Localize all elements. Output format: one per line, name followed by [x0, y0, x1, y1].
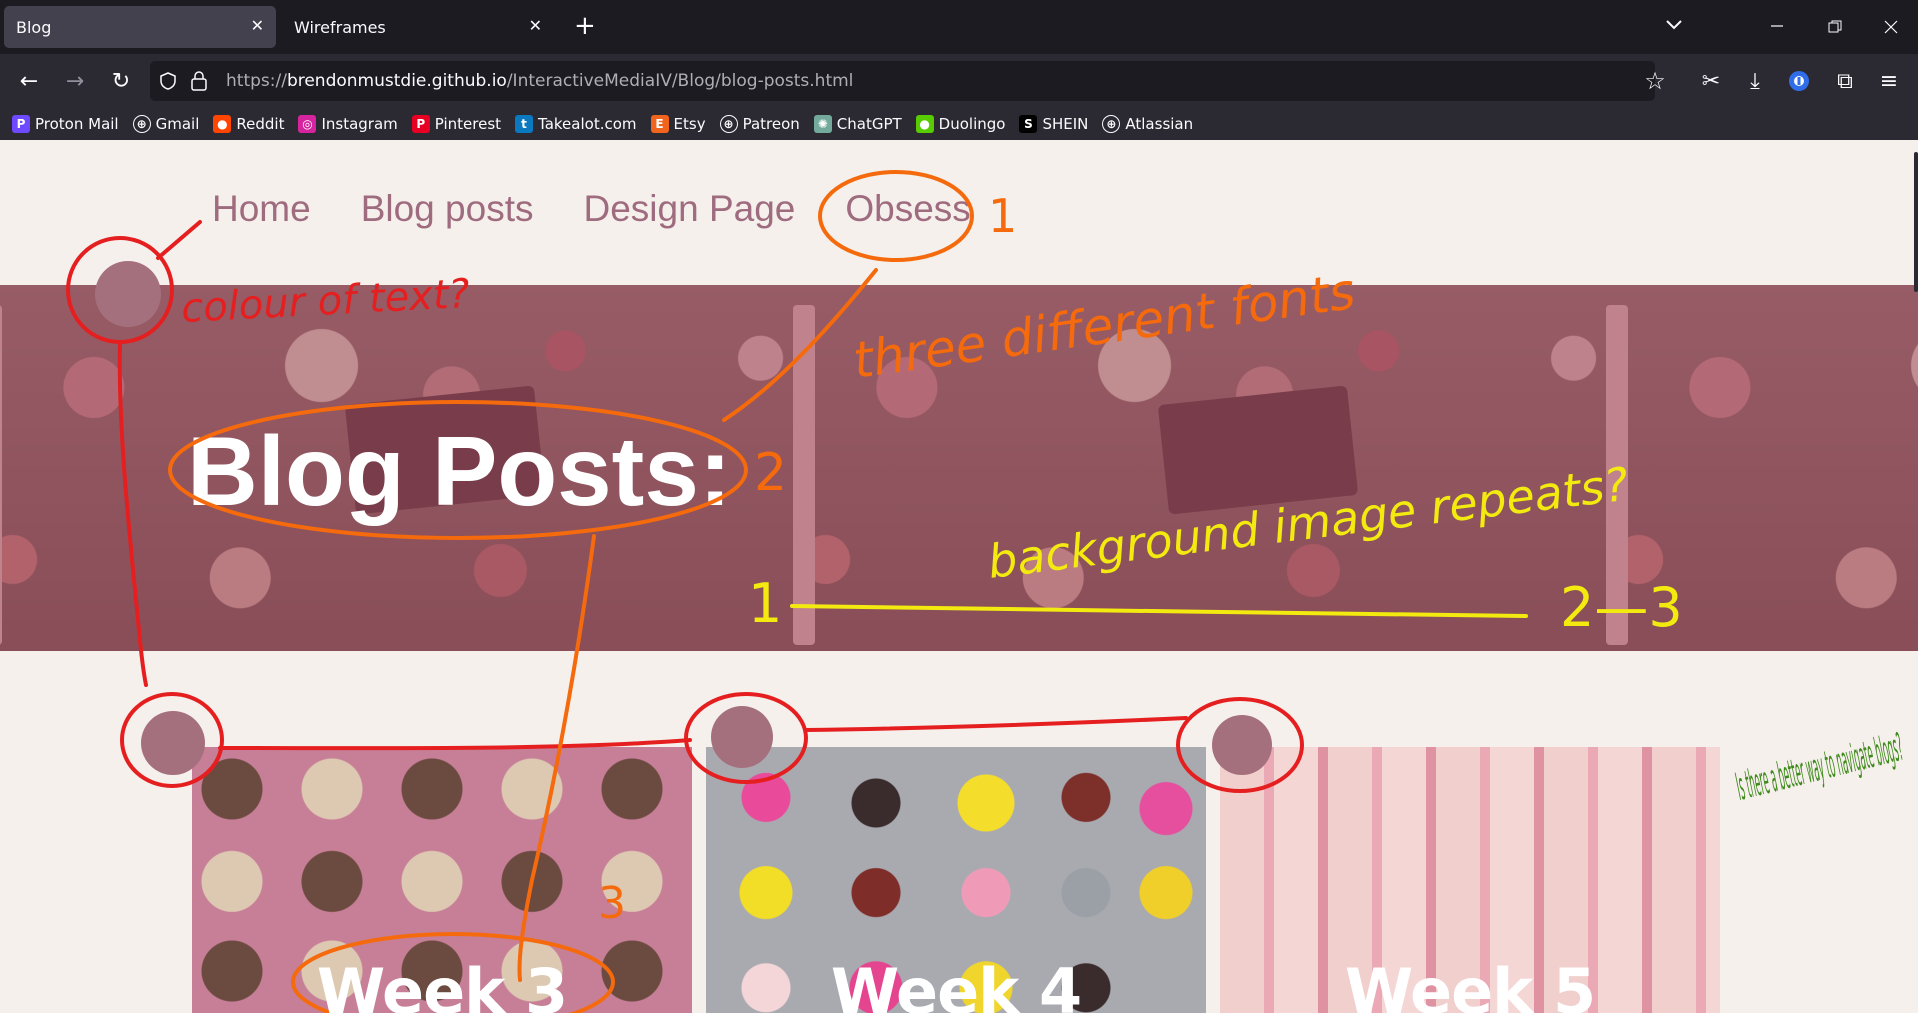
- extensions-icon[interactable]: ⧉: [1830, 66, 1860, 96]
- bookmark-label: Proton Mail: [35, 115, 119, 133]
- bookmark-label: Reddit: [236, 115, 285, 133]
- site-nav: Home Blog posts Design Page Obsess: [212, 188, 971, 230]
- tab-label: Blog: [16, 17, 52, 37]
- bookmark-label: Atlassian: [1125, 115, 1194, 133]
- bookmark-item[interactable]: ⊕ Patreon: [719, 115, 800, 133]
- close-icon[interactable]: ✕: [529, 16, 542, 35]
- card-title: Week 3: [316, 955, 568, 1013]
- card-title: Week 5: [1344, 955, 1596, 1013]
- bookmark-label: Takealot.com: [538, 115, 637, 133]
- scrollbar[interactable]: [1914, 152, 1918, 292]
- bookmark-item[interactable]: ● Reddit: [213, 115, 284, 133]
- bookmark-label: SHEIN: [1042, 115, 1089, 133]
- url-host: brendonmustdie.github.io: [286, 71, 507, 91]
- minimize-icon[interactable]: [1770, 18, 1784, 32]
- menu-icon[interactable]: ≡: [1874, 66, 1904, 96]
- globe-icon: ⊕: [132, 115, 151, 133]
- card-title: Week 4: [830, 955, 1082, 1013]
- bookmark-label: Duolingo: [938, 115, 1006, 133]
- forward-arrow-icon[interactable]: →: [60, 66, 90, 96]
- new-tab-icon[interactable]: +: [574, 12, 596, 40]
- chevron-down-icon[interactable]: [1664, 14, 1684, 34]
- tab-bar: Blog ✕ Wireframes ✕ +: [0, 0, 1918, 54]
- close-icon[interactable]: ✕: [251, 16, 264, 35]
- globe-icon: ⊕: [719, 115, 738, 133]
- web-page: Home Blog posts Design Page Obsess Blog …: [0, 140, 1918, 1013]
- reddit-icon: ●: [213, 115, 232, 133]
- page-title: Blog Posts:: [187, 416, 732, 526]
- bookmark-label: ChatGPT: [836, 115, 902, 133]
- bookmark-label: Instagram: [321, 115, 398, 133]
- tab-wireframes[interactable]: Wireframes ✕: [282, 6, 554, 48]
- bookmark-item[interactable]: ⊕ Gmail: [132, 115, 200, 133]
- bookmark-item[interactable]: S SHEIN: [1019, 115, 1088, 133]
- etsy-icon: E: [650, 115, 669, 133]
- back-arrow-icon[interactable]: ←: [14, 66, 44, 96]
- download-icon[interactable]: ⤓: [1740, 66, 1770, 96]
- tab-blog[interactable]: Blog ✕: [4, 6, 276, 48]
- bookmark-item[interactable]: ⊕ Atlassian: [1102, 115, 1193, 133]
- bookmark-item[interactable]: E Etsy: [650, 115, 706, 133]
- bookmark-label: Etsy: [673, 115, 706, 133]
- bookmark-label: Gmail: [155, 115, 200, 133]
- address-bar[interactable]: https://brendonmustdie.github.io/Interac…: [150, 61, 1666, 101]
- url-scheme: https://: [226, 71, 287, 91]
- screenshot-icon[interactable]: ✂: [1696, 66, 1726, 96]
- bookmark-item[interactable]: ● Duolingo: [915, 115, 1006, 133]
- pinterest-icon: P: [411, 115, 430, 133]
- chatgpt-icon: ✺: [813, 115, 832, 133]
- password-manager-icon[interactable]: [1784, 66, 1814, 96]
- bookmark-star-icon[interactable]: ☆: [1640, 66, 1670, 96]
- tab-label: Wireframes: [294, 17, 386, 37]
- url-text[interactable]: https://brendonmustdie.github.io/Interac…: [226, 71, 853, 91]
- navigation-toolbar: ← → ↻ https://brendonmustdie.github.io/I…: [0, 54, 1918, 108]
- bookmark-item[interactable]: P Proton Mail: [12, 115, 119, 133]
- blog-card-week-3[interactable]: Week 3: [192, 747, 692, 1013]
- bookmark-item[interactable]: ◎ Instagram: [298, 115, 398, 133]
- close-window-icon[interactable]: [1884, 20, 1898, 34]
- blog-card-week-5[interactable]: Week 5: [1220, 747, 1720, 1013]
- restore-icon[interactable]: [1828, 20, 1842, 34]
- bookmark-label: Patreon: [742, 115, 800, 133]
- blog-cards: Week 3 Week 4 Week 5: [192, 747, 1720, 1013]
- instagram-icon: ◎: [298, 115, 317, 133]
- duolingo-icon: ●: [915, 115, 934, 133]
- takealot-icon: t: [515, 115, 534, 133]
- bookmark-item[interactable]: P Pinterest: [411, 115, 502, 133]
- bookmark-item[interactable]: ✺ ChatGPT: [813, 115, 902, 133]
- url-path: /InteractiveMediaIV/Blog/blog-posts.html: [506, 71, 854, 91]
- nav-link-design-page[interactable]: Design Page: [583, 188, 795, 230]
- shein-icon: S: [1019, 115, 1038, 133]
- bookmarks-toolbar: P Proton Mail ⊕ Gmail ● Reddit ◎ Instagram P Pint…: [0, 108, 1918, 140]
- bookmark-item[interactable]: t Takealot.com: [515, 115, 637, 133]
- hero-banner: Blog Posts:: [0, 285, 1918, 651]
- globe-icon: ⊕: [1102, 115, 1121, 133]
- nav-link-home[interactable]: Home: [212, 188, 311, 230]
- nav-link-obsess[interactable]: Obsess: [845, 188, 970, 230]
- blog-card-week-4[interactable]: Week 4: [706, 747, 1206, 1013]
- shield-icon[interactable]: [158, 71, 178, 91]
- lock-icon[interactable]: [190, 70, 208, 92]
- bookmark-label: Pinterest: [434, 115, 502, 133]
- nav-link-blog-posts[interactable]: Blog posts: [361, 188, 534, 230]
- reload-icon[interactable]: ↻: [106, 66, 136, 96]
- proton-icon: P: [12, 115, 30, 133]
